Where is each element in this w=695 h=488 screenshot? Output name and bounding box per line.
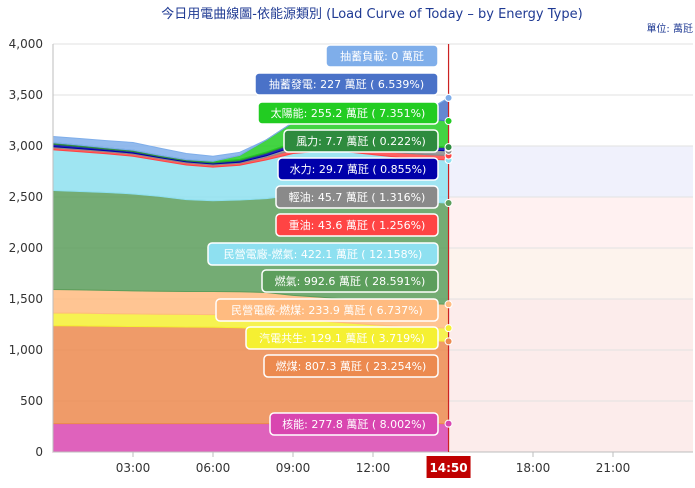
series-dot (444, 93, 453, 102)
tooltip-label: 輕油: 45.7 萬瓩 ( 1.316%) (289, 190, 426, 204)
tooltip-label: 燃煤: 807.3 萬瓩 ( 23.254%) (276, 359, 427, 373)
y-tick-label: 2,000 (9, 241, 43, 255)
forecast-band (448, 146, 693, 197)
tooltip-label: 風力: 7.7 萬瓩 ( 0.222%) (296, 135, 426, 148)
y-tick-label: 3,500 (9, 88, 43, 102)
y-tick-label: 0 (35, 445, 43, 459)
tooltip-label: 抽蓄發電: 227 萬瓩 ( 6.539%) (269, 77, 424, 91)
x-tick-label: 09:00 (276, 461, 311, 475)
tooltip-label: 核能: 277.8 萬瓩 ( 8.002%) (282, 417, 426, 431)
tooltip-label: 民營電廠-燃煤: 233.9 萬瓩 ( 6.737%) (231, 303, 423, 317)
series-dot (444, 300, 453, 309)
tooltip-label: 燃氣: 992.6 萬瓩 ( 28.591%) (275, 274, 426, 288)
forecast-band (448, 299, 693, 452)
unit-label: 單位: 萬瓩 (646, 22, 693, 35)
y-tick-label: 500 (20, 394, 43, 408)
x-tick-label: 03:00 (116, 461, 151, 475)
y-tick-label: 1,000 (9, 343, 43, 357)
series-dot (444, 143, 453, 152)
tooltip-label: 民營電廠-燃氣: 422.1 萬瓩 ( 12.158%) (224, 247, 423, 261)
tooltip-label: 抽蓄負載: 0 萬瓩 (340, 49, 424, 63)
y-tick-label: 3,000 (9, 139, 43, 153)
x-tick-label: 18:00 (516, 461, 551, 475)
series-dot (444, 199, 453, 208)
x-tick-label: 06:00 (196, 461, 231, 475)
x-tick-label: 21:00 (596, 461, 631, 475)
y-tick-label: 1,500 (9, 292, 43, 306)
current-time-label: 14:50 (429, 461, 467, 475)
series-dot (444, 337, 453, 346)
series-dot (444, 324, 453, 333)
y-tick-label: 2,500 (9, 190, 43, 204)
series-dot (444, 117, 453, 126)
series-dot (444, 419, 453, 428)
chart-canvas: 今日用電曲線圖-依能源類別 (Load Curve of Today – by … (9, 6, 693, 478)
forecast-band (448, 197, 693, 248)
tooltip-label: 太陽能: 255.2 萬瓩 ( 7.351%) (271, 106, 426, 120)
forecast-band (448, 248, 693, 299)
x-tick-label: 12:00 (356, 461, 391, 475)
tooltip-label: 水力: 29.7 萬瓩 ( 0.855%) (290, 163, 427, 176)
load-curve-chart: 今日用電曲線圖-依能源類別 (Load Curve of Today – by … (0, 0, 695, 488)
tooltip-label: 汽電共生: 129.1 萬瓩 ( 3.719%) (259, 331, 425, 345)
chart-title: 今日用電曲線圖-依能源類別 (Load Curve of Today – by … (161, 6, 582, 22)
tooltip-label: 重油: 43.6 萬瓩 ( 1.256%) (289, 218, 426, 232)
y-tick-label: 4,000 (9, 37, 43, 51)
